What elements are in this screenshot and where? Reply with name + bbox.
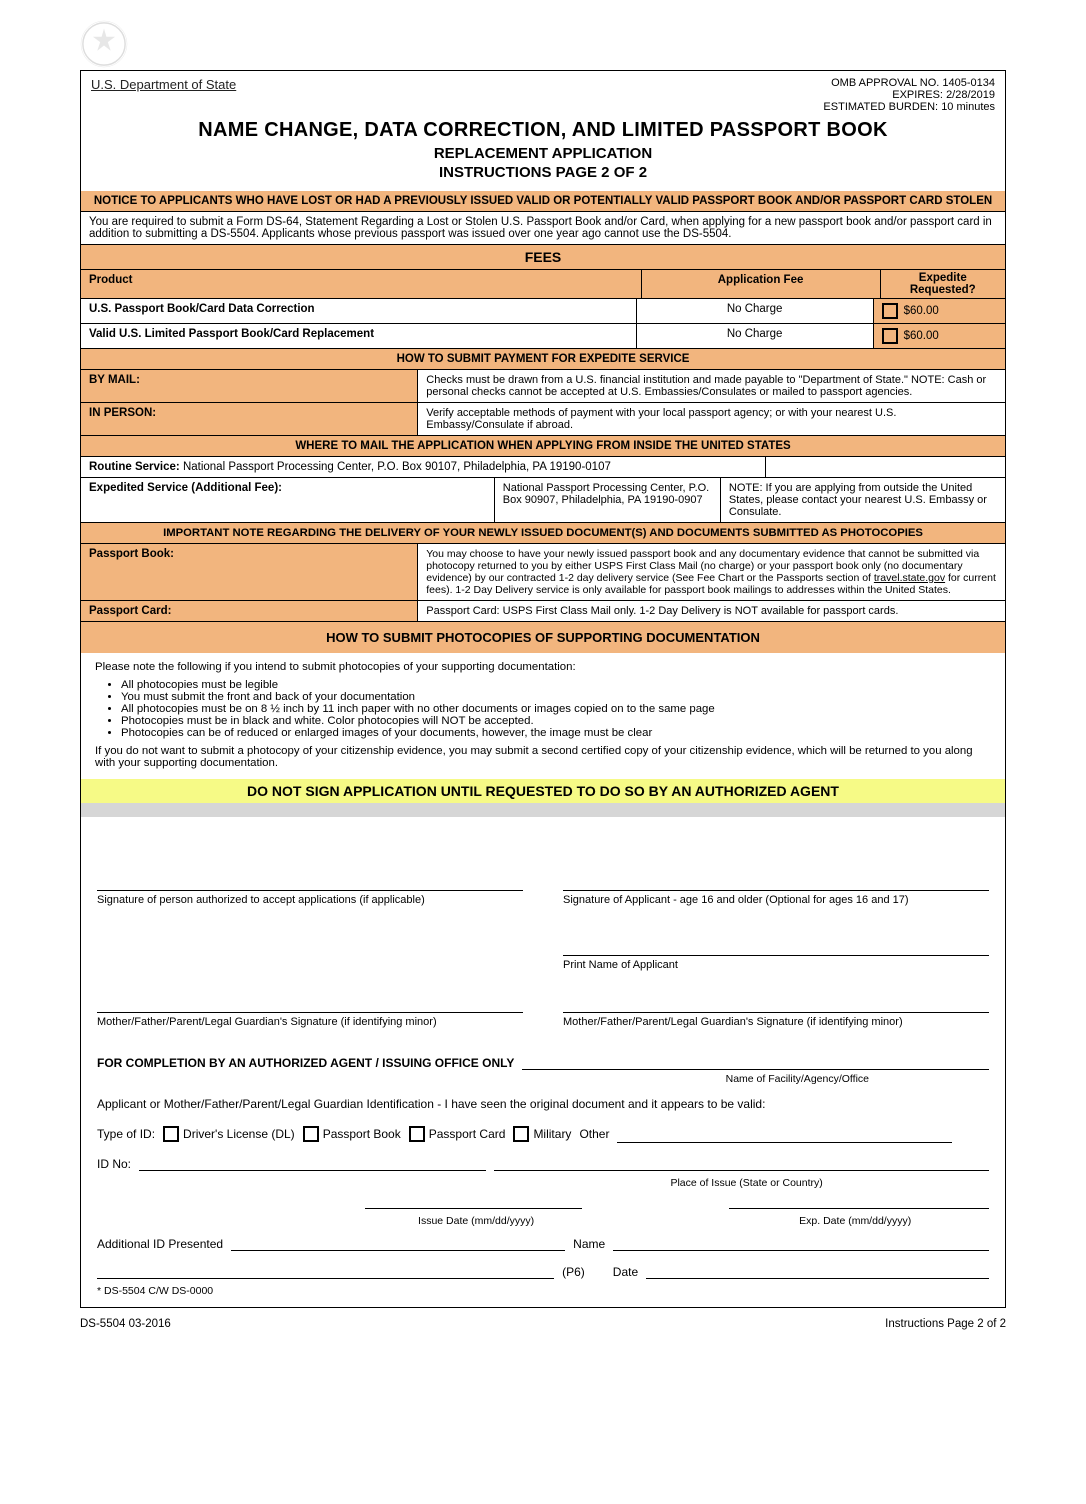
photocopy-heading: HOW TO SUBMIT PHOTOCOPIES OF SUPPORTING … (81, 622, 1005, 653)
del-book-label: Passport Book: (81, 544, 418, 600)
print-name-cap: Print Name of Applicant (563, 959, 989, 971)
fees-heading: FEES (81, 245, 1005, 269)
mail-exp-note: NOTE: If you are applying from outside t… (721, 478, 1005, 522)
sig-agent-cap: Signature of person authorized to accept… (97, 894, 523, 906)
dept-label: U.S. Department of State (91, 77, 236, 92)
yellow-warning: DO NOT SIGN APPLICATION UNTIL REQUESTED … (81, 779, 1005, 803)
col-fee: Application Fee (642, 270, 881, 298)
sig-parent2-cap: Mother/Father/Parent/Legal Guardian's Si… (563, 1016, 989, 1028)
type-pb-label: Passport Book (323, 1127, 401, 1141)
photocopy-body: Please note the following if you intend … (81, 653, 1005, 779)
sig-agent-line[interactable] (97, 837, 523, 891)
date-label: Date (613, 1265, 638, 1279)
mail-note-partial (766, 457, 1005, 477)
pay-inperson-label: IN PERSON: (81, 403, 418, 435)
dsnote: * DS-5504 C/W DS-0000 (97, 1285, 989, 1297)
type-id-label: Type of ID: (97, 1127, 155, 1141)
notice-heading: NOTICE TO APPLICANTS WHO HAVE LOST OR HA… (81, 191, 1005, 211)
sig-parent1-line[interactable] (97, 977, 523, 1013)
name-line[interactable] (613, 1233, 989, 1251)
fee-row-product: Valid U.S. Limited Passport Book/Card Re… (81, 324, 637, 348)
pay-inperson-text: Verify acceptable methods of payment wit… (418, 403, 1005, 435)
notice-body: You are required to submit a Form DS-64,… (81, 212, 1005, 244)
issue-date-cap: Issue Date (mm/dd/yyyy) (365, 1215, 588, 1227)
type-other-line[interactable] (617, 1125, 951, 1143)
delivery-card: Passport Card: USPS First Class Mail onl… (418, 601, 1005, 621)
place-line[interactable] (494, 1170, 989, 1171)
expedite-checkbox[interactable] (882, 328, 898, 344)
omb-block: OMB APPROVAL NO. 1405-0134 EXPIRES: 2/28… (823, 77, 995, 113)
delivery-heading: IMPORTANT NOTE REGARDING THE DELIVERY OF… (81, 523, 1005, 543)
sig-applicant-line[interactable] (563, 837, 989, 891)
type-mil-label: Military (533, 1127, 571, 1141)
pay-mail-text: Checks must be drawn from a U.S. financi… (418, 370, 1005, 402)
pay-heading: HOW TO SUBMIT PAYMENT FOR EXPEDITE SERVI… (81, 349, 1005, 369)
facility-cap: Name of Facility/Agency/Office (97, 1073, 989, 1085)
p6-label: (P6) (562, 1265, 585, 1279)
sig-applicant-cap: Signature of Applicant - age 16 and olde… (563, 894, 989, 906)
mail-exp-addr: National Passport Processing Center, P.O… (495, 478, 721, 522)
grey-divider (81, 803, 1005, 817)
bottom-left-line[interactable] (97, 1261, 554, 1279)
delivery-book: You may choose to have your newly issued… (418, 544, 1005, 600)
mail-routine: Routine Service: National Passport Proce… (81, 457, 766, 477)
footer-left: DS-5504 03-2016 (80, 1318, 171, 1330)
seal-icon (80, 20, 128, 68)
exp-date-cap: Exp. Date (mm/dd/yyyy) (721, 1215, 989, 1227)
place-cap: Place of Issue (State or Country) (504, 1177, 989, 1189)
idno-label: ID No: (97, 1157, 131, 1171)
mail-heading: WHERE TO MAIL THE APPLICATION WHEN APPLY… (81, 436, 1005, 456)
sig-parent1-cap: Mother/Father/Parent/Legal Guardian's Si… (97, 1016, 523, 1028)
type-dl-label: Driver's License (DL) (183, 1127, 295, 1141)
fee-row-fee: No Charge (637, 324, 874, 348)
id-presented-text: Applicant or Mother/Father/Parent/Legal … (97, 1097, 989, 1111)
fee-row-product: U.S. Passport Book/Card Data Correction (81, 299, 637, 323)
date-line[interactable] (646, 1261, 989, 1279)
mail-expedite: Expedited Service (Additional Fee): (81, 478, 495, 522)
expedite-cell: $60.00 (874, 299, 1005, 323)
form-title: NAME CHANGE, DATA CORRECTION, AND LIMITE… (81, 115, 1005, 191)
type-dl-checkbox[interactable] (163, 1126, 179, 1142)
fee-row-fee: No Charge (637, 299, 874, 323)
exp-date-line[interactable] (729, 1191, 989, 1209)
col-expedite: Expedite Requested? (881, 270, 1005, 298)
expedite-checkbox[interactable] (882, 303, 898, 319)
del-card-label: Passport Card: (81, 601, 418, 621)
idno-line[interactable] (139, 1153, 486, 1171)
type-pc-checkbox[interactable] (409, 1126, 425, 1142)
completion-heading: FOR COMPLETION BY AN AUTHORIZED AGENT / … (97, 1056, 514, 1070)
addl-id-label: Additional ID Presented (97, 1237, 223, 1251)
print-name-line[interactable] (563, 920, 989, 956)
type-other-label: Other (579, 1127, 609, 1141)
footer-center: Instructions Page 2 of 2 (885, 1318, 1006, 1330)
name-label: Name (573, 1237, 605, 1251)
col-product: Product (81, 270, 642, 298)
type-mil-checkbox[interactable] (513, 1126, 529, 1142)
sig-parent2-line[interactable] (563, 977, 989, 1013)
pay-mail-label: BY MAIL: (81, 370, 418, 402)
addl-id-line[interactable] (231, 1233, 565, 1251)
facility-line[interactable] (522, 1052, 989, 1070)
type-pb-checkbox[interactable] (303, 1126, 319, 1142)
expedite-cell: $60.00 (874, 324, 1005, 348)
type-pc-label: Passport Card (429, 1127, 506, 1141)
issue-date-line[interactable] (365, 1191, 582, 1209)
